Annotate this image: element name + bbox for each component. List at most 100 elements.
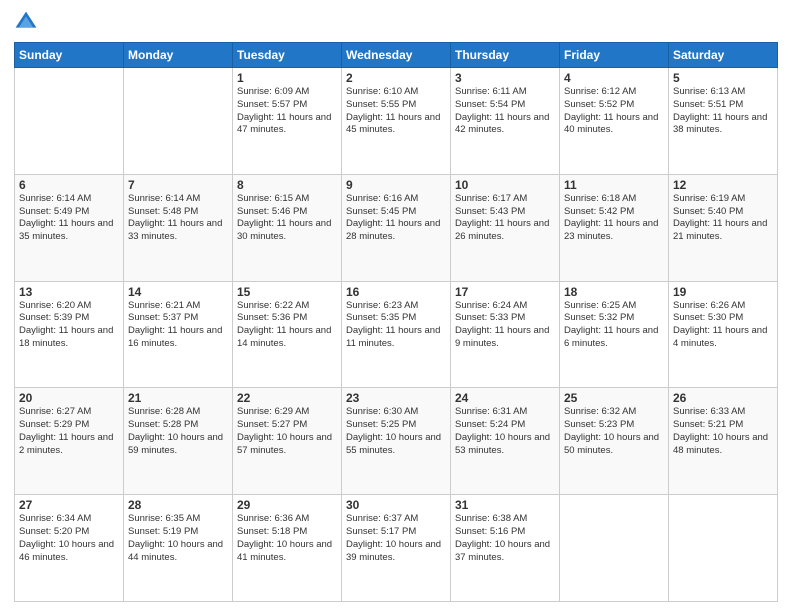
- day-number: 28: [128, 498, 228, 512]
- cell-info: Sunrise: 6:14 AM Sunset: 5:48 PM Dayligh…: [128, 193, 228, 244]
- calendar-cell: 6Sunrise: 6:14 AM Sunset: 5:49 PM Daylig…: [15, 174, 124, 281]
- calendar-cell: 29Sunrise: 6:36 AM Sunset: 5:18 PM Dayli…: [233, 495, 342, 602]
- week-row-5: 27Sunrise: 6:34 AM Sunset: 5:20 PM Dayli…: [15, 495, 778, 602]
- weekday-header-monday: Monday: [124, 43, 233, 68]
- calendar-cell: 20Sunrise: 6:27 AM Sunset: 5:29 PM Dayli…: [15, 388, 124, 495]
- calendar-cell: 22Sunrise: 6:29 AM Sunset: 5:27 PM Dayli…: [233, 388, 342, 495]
- day-number: 12: [673, 178, 773, 192]
- cell-info: Sunrise: 6:18 AM Sunset: 5:42 PM Dayligh…: [564, 193, 664, 244]
- cell-info: Sunrise: 6:20 AM Sunset: 5:39 PM Dayligh…: [19, 300, 119, 351]
- cell-info: Sunrise: 6:14 AM Sunset: 5:49 PM Dayligh…: [19, 193, 119, 244]
- calendar-cell: [124, 68, 233, 175]
- cell-info: Sunrise: 6:09 AM Sunset: 5:57 PM Dayligh…: [237, 86, 337, 137]
- day-number: 2: [346, 71, 446, 85]
- calendar-cell: 28Sunrise: 6:35 AM Sunset: 5:19 PM Dayli…: [124, 495, 233, 602]
- calendar-cell: 19Sunrise: 6:26 AM Sunset: 5:30 PM Dayli…: [669, 281, 778, 388]
- weekday-header-sunday: Sunday: [15, 43, 124, 68]
- day-number: 30: [346, 498, 446, 512]
- day-number: 14: [128, 285, 228, 299]
- calendar-cell: 27Sunrise: 6:34 AM Sunset: 5:20 PM Dayli…: [15, 495, 124, 602]
- cell-info: Sunrise: 6:19 AM Sunset: 5:40 PM Dayligh…: [673, 193, 773, 244]
- calendar-cell: 16Sunrise: 6:23 AM Sunset: 5:35 PM Dayli…: [342, 281, 451, 388]
- cell-info: Sunrise: 6:30 AM Sunset: 5:25 PM Dayligh…: [346, 406, 446, 457]
- week-row-1: 1Sunrise: 6:09 AM Sunset: 5:57 PM Daylig…: [15, 68, 778, 175]
- day-number: 17: [455, 285, 555, 299]
- day-number: 8: [237, 178, 337, 192]
- calendar-cell: 2Sunrise: 6:10 AM Sunset: 5:55 PM Daylig…: [342, 68, 451, 175]
- calendar-cell: 24Sunrise: 6:31 AM Sunset: 5:24 PM Dayli…: [451, 388, 560, 495]
- weekday-header-friday: Friday: [560, 43, 669, 68]
- calendar-table: SundayMondayTuesdayWednesdayThursdayFrid…: [14, 42, 778, 602]
- calendar-cell: 11Sunrise: 6:18 AM Sunset: 5:42 PM Dayli…: [560, 174, 669, 281]
- weekday-header-thursday: Thursday: [451, 43, 560, 68]
- cell-info: Sunrise: 6:35 AM Sunset: 5:19 PM Dayligh…: [128, 513, 228, 564]
- day-number: 15: [237, 285, 337, 299]
- cell-info: Sunrise: 6:34 AM Sunset: 5:20 PM Dayligh…: [19, 513, 119, 564]
- logo-icon: [14, 10, 38, 34]
- calendar-cell: 9Sunrise: 6:16 AM Sunset: 5:45 PM Daylig…: [342, 174, 451, 281]
- weekday-header-tuesday: Tuesday: [233, 43, 342, 68]
- day-number: 1: [237, 71, 337, 85]
- calendar-cell: 23Sunrise: 6:30 AM Sunset: 5:25 PM Dayli…: [342, 388, 451, 495]
- calendar-cell: 5Sunrise: 6:13 AM Sunset: 5:51 PM Daylig…: [669, 68, 778, 175]
- day-number: 27: [19, 498, 119, 512]
- calendar-cell: 15Sunrise: 6:22 AM Sunset: 5:36 PM Dayli…: [233, 281, 342, 388]
- cell-info: Sunrise: 6:33 AM Sunset: 5:21 PM Dayligh…: [673, 406, 773, 457]
- calendar-cell: 30Sunrise: 6:37 AM Sunset: 5:17 PM Dayli…: [342, 495, 451, 602]
- day-number: 29: [237, 498, 337, 512]
- day-number: 6: [19, 178, 119, 192]
- weekday-header-saturday: Saturday: [669, 43, 778, 68]
- cell-info: Sunrise: 6:13 AM Sunset: 5:51 PM Dayligh…: [673, 86, 773, 137]
- week-row-4: 20Sunrise: 6:27 AM Sunset: 5:29 PM Dayli…: [15, 388, 778, 495]
- calendar-cell: 18Sunrise: 6:25 AM Sunset: 5:32 PM Dayli…: [560, 281, 669, 388]
- calendar-cell: 13Sunrise: 6:20 AM Sunset: 5:39 PM Dayli…: [15, 281, 124, 388]
- cell-info: Sunrise: 6:27 AM Sunset: 5:29 PM Dayligh…: [19, 406, 119, 457]
- cell-info: Sunrise: 6:15 AM Sunset: 5:46 PM Dayligh…: [237, 193, 337, 244]
- cell-info: Sunrise: 6:32 AM Sunset: 5:23 PM Dayligh…: [564, 406, 664, 457]
- cell-info: Sunrise: 6:26 AM Sunset: 5:30 PM Dayligh…: [673, 300, 773, 351]
- week-row-3: 13Sunrise: 6:20 AM Sunset: 5:39 PM Dayli…: [15, 281, 778, 388]
- day-number: 16: [346, 285, 446, 299]
- weekday-header-row: SundayMondayTuesdayWednesdayThursdayFrid…: [15, 43, 778, 68]
- header: [14, 10, 778, 34]
- day-number: 22: [237, 391, 337, 405]
- day-number: 13: [19, 285, 119, 299]
- calendar-cell: 31Sunrise: 6:38 AM Sunset: 5:16 PM Dayli…: [451, 495, 560, 602]
- calendar-cell: 17Sunrise: 6:24 AM Sunset: 5:33 PM Dayli…: [451, 281, 560, 388]
- day-number: 25: [564, 391, 664, 405]
- logo: [14, 10, 40, 34]
- cell-info: Sunrise: 6:10 AM Sunset: 5:55 PM Dayligh…: [346, 86, 446, 137]
- calendar-cell: [560, 495, 669, 602]
- cell-info: Sunrise: 6:37 AM Sunset: 5:17 PM Dayligh…: [346, 513, 446, 564]
- day-number: 5: [673, 71, 773, 85]
- cell-info: Sunrise: 6:29 AM Sunset: 5:27 PM Dayligh…: [237, 406, 337, 457]
- day-number: 11: [564, 178, 664, 192]
- day-number: 9: [346, 178, 446, 192]
- calendar-cell: 12Sunrise: 6:19 AM Sunset: 5:40 PM Dayli…: [669, 174, 778, 281]
- cell-info: Sunrise: 6:12 AM Sunset: 5:52 PM Dayligh…: [564, 86, 664, 137]
- calendar-cell: 21Sunrise: 6:28 AM Sunset: 5:28 PM Dayli…: [124, 388, 233, 495]
- cell-info: Sunrise: 6:24 AM Sunset: 5:33 PM Dayligh…: [455, 300, 555, 351]
- calendar-cell: 4Sunrise: 6:12 AM Sunset: 5:52 PM Daylig…: [560, 68, 669, 175]
- cell-info: Sunrise: 6:25 AM Sunset: 5:32 PM Dayligh…: [564, 300, 664, 351]
- calendar-cell: 26Sunrise: 6:33 AM Sunset: 5:21 PM Dayli…: [669, 388, 778, 495]
- day-number: 20: [19, 391, 119, 405]
- day-number: 21: [128, 391, 228, 405]
- calendar-cell: 3Sunrise: 6:11 AM Sunset: 5:54 PM Daylig…: [451, 68, 560, 175]
- calendar-cell: 7Sunrise: 6:14 AM Sunset: 5:48 PM Daylig…: [124, 174, 233, 281]
- day-number: 7: [128, 178, 228, 192]
- day-number: 3: [455, 71, 555, 85]
- cell-info: Sunrise: 6:38 AM Sunset: 5:16 PM Dayligh…: [455, 513, 555, 564]
- page: SundayMondayTuesdayWednesdayThursdayFrid…: [0, 0, 792, 612]
- day-number: 24: [455, 391, 555, 405]
- day-number: 26: [673, 391, 773, 405]
- calendar-cell: 1Sunrise: 6:09 AM Sunset: 5:57 PM Daylig…: [233, 68, 342, 175]
- calendar-cell: 10Sunrise: 6:17 AM Sunset: 5:43 PM Dayli…: [451, 174, 560, 281]
- cell-info: Sunrise: 6:28 AM Sunset: 5:28 PM Dayligh…: [128, 406, 228, 457]
- cell-info: Sunrise: 6:22 AM Sunset: 5:36 PM Dayligh…: [237, 300, 337, 351]
- calendar-cell: 14Sunrise: 6:21 AM Sunset: 5:37 PM Dayli…: [124, 281, 233, 388]
- calendar-cell: [15, 68, 124, 175]
- day-number: 18: [564, 285, 664, 299]
- day-number: 19: [673, 285, 773, 299]
- cell-info: Sunrise: 6:17 AM Sunset: 5:43 PM Dayligh…: [455, 193, 555, 244]
